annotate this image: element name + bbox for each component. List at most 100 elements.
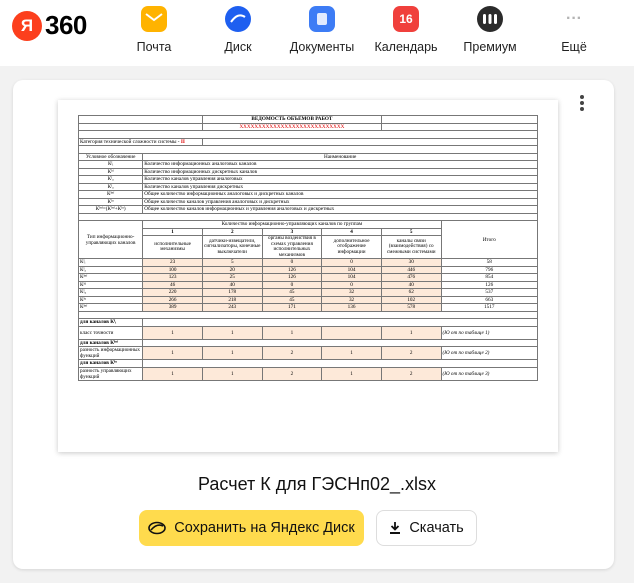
sheet-cell — [380, 122, 539, 131]
sheet-cell — [201, 137, 539, 146]
more-options-icon[interactable] — [577, 94, 587, 114]
top-bar: Я 360 Почта Диск Документы 16 Календарь Преми… — [0, 0, 634, 66]
sheet-cell: 2 — [261, 366, 323, 381]
sheet-cell: Кᴵⁿᶠ=(Кᴵⁿᶠ+Кᴵᵘ) — [77, 205, 144, 214]
sheet-cell: 171 — [261, 303, 323, 312]
sheet-cell: Количество информационно-управляющих кан… — [142, 220, 442, 229]
sheet-cell: 1 — [201, 366, 263, 381]
sheet-cell — [78, 130, 538, 139]
disk-icon — [148, 521, 167, 535]
sheet-cell: 4 — [321, 227, 382, 236]
sheet-cell: Условное обозначение — [77, 152, 144, 161]
sheet-cell: 46 — [142, 280, 203, 289]
sheet-cell: 1 — [142, 366, 203, 381]
logo-360-text: 360 — [45, 10, 87, 40]
nav-item-3[interactable]: 16 Календарь — [366, 4, 446, 54]
section-row-label: разность информационных функций — [77, 346, 144, 360]
sheet-cell: Кᴵᵢ — [77, 160, 144, 169]
sheet-cell: 2 — [380, 346, 442, 360]
sheet-cell: 136 — [321, 303, 382, 312]
group-name-cell: дополнительное отображение информации — [321, 235, 382, 259]
sheet-cell: 40 — [380, 280, 442, 289]
sheet-cell: 1 — [201, 346, 263, 360]
sheet-cell: Кᴵⁿᶠ — [77, 303, 144, 312]
category-label: Категория технической сложности системы … — [80, 138, 180, 145]
sheet-cell: Общее количество каналов управления анал… — [142, 197, 538, 206]
group-name-cell: органы воздействия в схемах управления и… — [261, 235, 323, 259]
nav-item-0[interactable]: Почта — [114, 4, 194, 54]
sheet-cell: 0 — [321, 280, 382, 289]
sheet-cell: 104 — [321, 273, 382, 282]
sheet-cell: 126 — [261, 265, 323, 274]
sheet-cell: 1 — [142, 227, 203, 236]
sheet-cell: Кᴵᵈ — [77, 167, 144, 176]
sheet-cell: Кᴵₐ — [77, 175, 144, 184]
yandex-360-logo[interactable]: Я 360 — [12, 10, 87, 41]
group-name-cell: датчики-извещатели, сигнализаторы, конеч… — [201, 235, 263, 259]
nav-item-1[interactable]: Диск — [198, 4, 278, 54]
sheet-cell: 537 — [440, 288, 539, 297]
yandex-logo-icon: Я — [12, 10, 42, 41]
sheet-cell: 45 — [261, 295, 323, 304]
sheet-cell: 58 — [440, 258, 539, 267]
sheet-cell: Кᴵₐ — [77, 265, 144, 274]
sheet-cell: Количество каналов управления аналоговых — [142, 175, 538, 184]
sheet-cell: для каналов Кᴵᵢ — [77, 318, 144, 327]
nav-item-5[interactable]: ··· Ещё — [534, 4, 614, 54]
sheet-cell: 796 — [440, 265, 539, 274]
nav-item-4[interactable]: Премиум — [450, 4, 530, 54]
nav-label: Почта — [136, 40, 172, 54]
sheet-cell: Количество каналов управления дискретных — [142, 182, 538, 191]
sheet-cell: 126 — [261, 273, 323, 282]
nav-item-2[interactable]: Документы — [282, 4, 362, 54]
nav-label: Календарь — [374, 40, 438, 54]
sheet-cell — [380, 115, 539, 124]
group-name-cell: исполнительные механизмы — [142, 235, 203, 259]
download-icon — [389, 521, 401, 535]
sheet-cell: Наименование — [142, 152, 538, 161]
sheet-cell: 5 — [380, 227, 442, 236]
save-to-disk-button[interactable]: Сохранить на Яндекс Диск — [139, 510, 364, 546]
spreadsheet-preview: ВЕДОМОСТЬ ОБЪЁМОВ РАБОТ XXXXXXXXXXXXXXXXX… — [77, 115, 539, 381]
category-cell: Категория технической сложности системы … — [78, 137, 203, 146]
sheet-cell: 104 — [321, 265, 382, 274]
sheet-cell: 1 — [261, 325, 323, 340]
sheet-cell: 123 — [142, 273, 203, 282]
sheet-cell: XXXXXXXXXXXXXXXXXXXXXXXXXXXX — [201, 122, 382, 131]
sheet-cell — [78, 145, 538, 154]
sheet-cell — [78, 115, 203, 124]
sheet-cell: 32 — [321, 295, 382, 304]
sheet-cell: Общее количество каналов информационных … — [142, 205, 538, 214]
sheet-cell: 100 — [142, 265, 203, 274]
sheet-cell: 1517 — [440, 303, 539, 312]
sheet-cell: Количество информационных аналоговых кан… — [142, 160, 538, 169]
section-note: (Ю от по таблице 3) — [440, 366, 539, 381]
sheet-cell: Кᴵₐ — [77, 182, 144, 191]
document-preview[interactable]: ВЕДОМОСТЬ ОБЪЁМОВ РАБОТ XXXXXXXXXXXXXXXXX… — [58, 100, 558, 452]
sheet-cell: 1 — [321, 346, 382, 360]
sheet-cell: 578 — [380, 303, 442, 312]
sheet-cell: 1 — [201, 325, 263, 340]
sheet-cell: Итого — [440, 220, 539, 259]
group-name-cell: каналы связи (взаимодействия) со смежным… — [380, 235, 442, 259]
mail-icon — [141, 6, 167, 32]
sheet-cell — [142, 318, 538, 327]
download-button-label: Скачать — [409, 520, 464, 536]
download-button[interactable]: Скачать — [376, 510, 477, 546]
sheet-cell: 2 — [261, 346, 323, 360]
sheet-cell: 23 — [142, 258, 203, 267]
sheet-cell: Кᴵᵢ — [77, 258, 144, 267]
sheet-cell: 854 — [440, 273, 539, 282]
sheet-cell: 446 — [380, 265, 442, 274]
sheet-cell: 45 — [261, 288, 323, 297]
sheet-cell: 1 — [321, 366, 382, 381]
sheet-cell — [78, 310, 538, 319]
sheet-cell: 62 — [380, 288, 442, 297]
sheet-cell: 218 — [201, 295, 263, 304]
sheet-cell: Кᴵᵤ — [77, 288, 144, 297]
sheet-cell: Общее количество информационных аналогов… — [142, 190, 538, 199]
section-note: (Ю от по таблице 1) — [440, 325, 539, 340]
sheet-cell — [142, 359, 538, 368]
sheet-cell: 389 — [142, 303, 203, 312]
save-button-label: Сохранить на Яндекс Диск — [174, 520, 355, 536]
